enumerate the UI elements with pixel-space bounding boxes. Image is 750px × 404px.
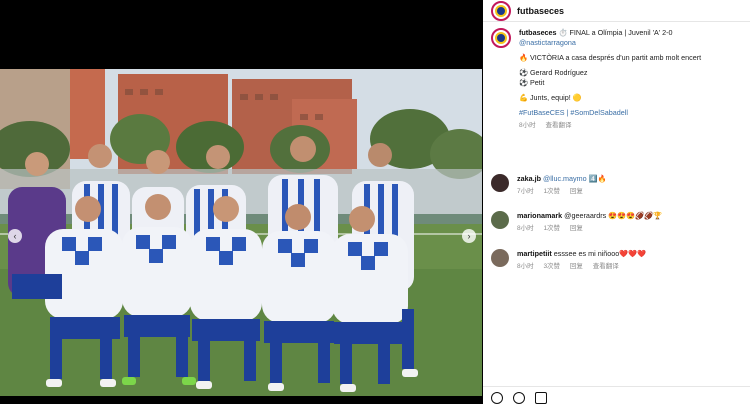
comment-time: 7小时 [517,188,534,195]
comment-text: esssee es mi niñooo❤️❤️❤️ [553,249,647,258]
comment-text: @geeraardrs 😍😍😍🏈🏈🏆 [564,211,662,220]
post-viewer: ‹ › futbaseces futbaseces ⏱️ FINAL a Olí… [0,0,750,404]
caption: futbaseces ⏱️ FINAL a Olímpia | Juvenil … [491,28,746,131]
comment-reply-button[interactable]: 回复 [570,263,583,270]
account-avatar[interactable] [491,0,511,21]
comment-reply-button[interactable]: 回复 [570,188,583,195]
comment-avatar[interactable] [491,249,509,267]
comment-item: martipetiit esssee es mi niñooo❤️❤️❤️ 8小… [491,249,746,272]
caption-together: 💪 Junts, equip! 🟡 [519,93,582,102]
comment-avatar[interactable] [491,211,509,229]
caption-time: 8小时 [519,122,536,129]
caption-scorer-1: ⚽ Gerard Rodríguez [519,68,588,77]
caption-avatar[interactable] [491,28,511,48]
post-header: futbaseces [483,0,750,22]
comment-time: 8小时 [517,263,534,270]
comment-user[interactable]: zaka.jb [517,174,541,183]
action-bar [491,392,547,404]
comment-reply-button[interactable]: 回复 [570,225,583,232]
post-photo[interactable]: ‹ › [0,69,482,396]
comment-item: marionamark @geeraardrs 😍😍😍🏈🏈🏆 8小时 1次赞 回… [491,211,746,234]
caption-victory: 🔥 VICTÒRIA a casa després d'un partit am… [519,53,702,62]
post-side-panel: futbaseces futbaseces ⏱️ FINAL a Olímpia… [483,0,750,404]
comment-item: zaka.jb @lluc.maymo 4️⃣🔥 7小时 1次赞 回复 [491,174,746,197]
team-photo-image [0,69,482,396]
comment-likes[interactable]: 1次赞 [543,188,560,195]
caption-translate-link[interactable]: 查看翻译 [545,122,571,129]
next-photo-button[interactable]: › [462,229,476,243]
caption-scorer-2: ⚽ Petit [519,78,545,87]
comment-user[interactable]: marionamark [517,211,562,220]
comment-avatar[interactable] [491,174,509,192]
comment-translate-link[interactable]: 查看翻译 [593,263,619,270]
caption-mention[interactable]: @nastictarragona [519,38,701,48]
like-heart-icon[interactable] [491,392,503,404]
comment-time: 8小时 [517,225,534,232]
divider [483,386,750,387]
comment-user[interactable]: martipetiit [517,249,552,258]
comment-text: @lluc.maymo 4️⃣🔥 [542,174,607,183]
share-send-icon[interactable] [535,392,547,404]
caption-hashtags[interactable]: #FutBaseCES | #SomDelSabadell [519,108,701,118]
caption-handle[interactable]: futbaseces [519,28,557,37]
caption-line1: ⏱️ FINAL a Olímpia | Juvenil 'A' 2-0 [558,28,673,37]
previous-photo-button[interactable]: ‹ [8,229,22,243]
comment-bubble-icon[interactable] [513,392,525,404]
account-handle[interactable]: futbaseces [517,6,564,16]
comment-likes[interactable]: 1次赞 [543,225,560,232]
comment-likes[interactable]: 3次赞 [543,263,560,270]
